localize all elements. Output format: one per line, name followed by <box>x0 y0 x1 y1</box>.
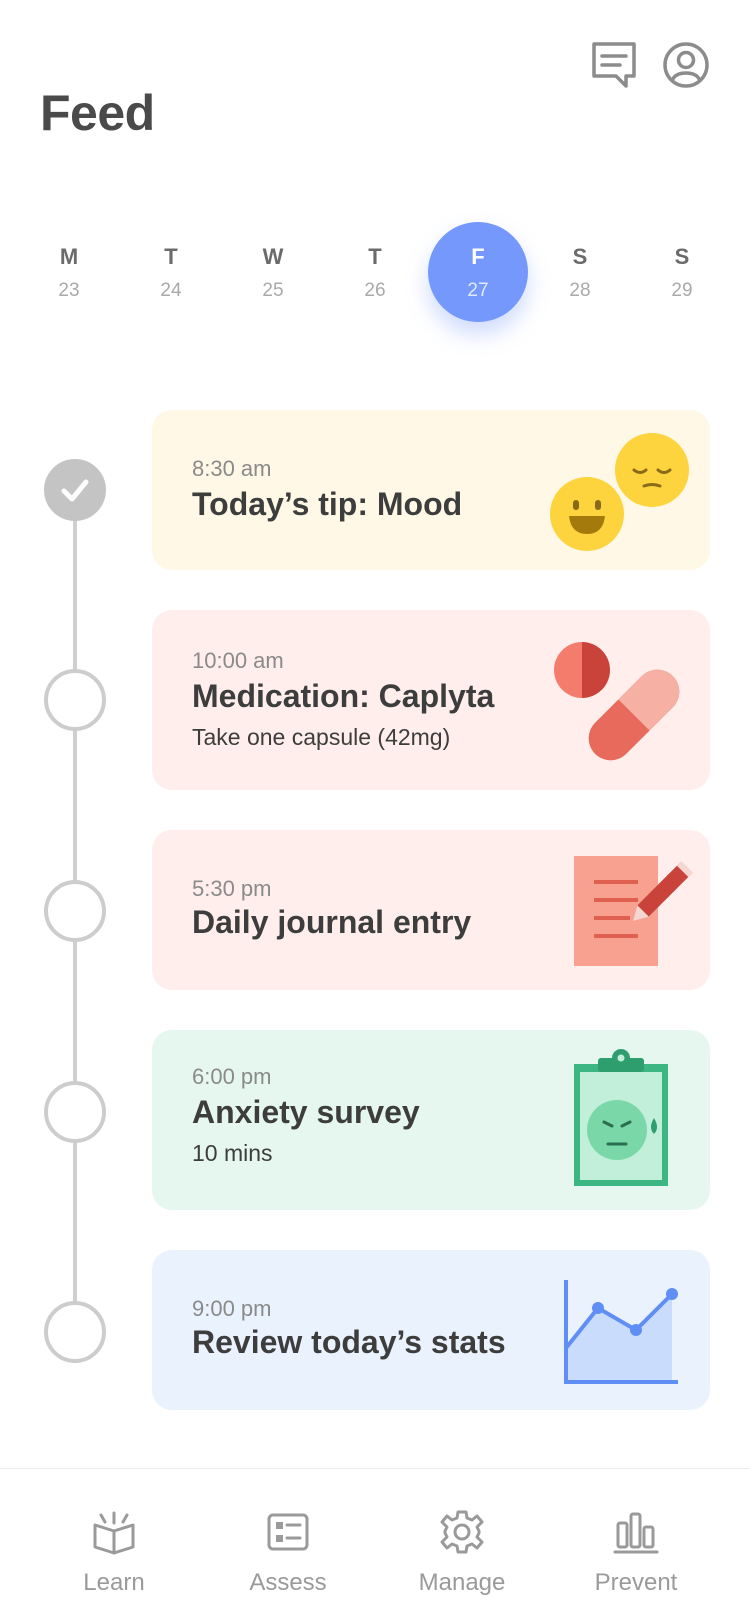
day-letter: T <box>164 244 178 269</box>
card-time: 10:00 am <box>192 648 284 673</box>
card-title: Daily journal entry <box>192 904 472 940</box>
journal-pencil-icon <box>572 854 702 970</box>
day-date: 28 <box>569 280 591 301</box>
line-chart-icon <box>562 1278 682 1388</box>
day-date: 24 <box>160 280 182 301</box>
book-icon <box>93 1511 135 1555</box>
card-time: 8:30 am <box>192 456 272 481</box>
day-friday-selected[interactable]: F 27 <box>428 222 528 322</box>
day-date: 25 <box>262 280 284 301</box>
chat-icon[interactable] <box>590 40 640 90</box>
feed-card-review-stats[interactable]: 9:00 pm Review today’s stats <box>152 1250 710 1410</box>
card-title: Medication: Caplyta <box>192 678 495 714</box>
timeline-node[interactable] <box>44 1081 106 1143</box>
pill-capsule-icon <box>552 640 692 770</box>
day-letter: T <box>368 244 382 269</box>
day-letter: F <box>471 244 485 269</box>
checkmark-icon <box>61 479 89 502</box>
feed-card-journal[interactable]: 5:30 pm Daily journal entry <box>152 830 710 990</box>
checklist-icon <box>267 1513 309 1551</box>
feed-card-medication[interactable]: 10:00 am Medication: Caplyta Take one ca… <box>152 610 710 790</box>
timeline-node-completed[interactable] <box>44 459 106 521</box>
card-title: Today’s tip: Mood <box>192 486 463 522</box>
gear-icon <box>440 1510 484 1554</box>
day-date: 26 <box>364 280 386 301</box>
card-title: Review today’s stats <box>192 1324 506 1360</box>
day-monday[interactable]: M 23 <box>19 222 119 322</box>
day-saturday[interactable]: S 28 <box>530 222 630 322</box>
day-letter: W <box>262 244 284 269</box>
day-tuesday[interactable]: T 24 <box>121 222 221 322</box>
nav-label: Prevent <box>594 1569 678 1596</box>
nav-label: Learn <box>83 1569 145 1596</box>
day-date: 29 <box>671 280 693 301</box>
day-wednesday[interactable]: W 25 <box>223 222 323 322</box>
nav-item-assess[interactable]: Assess <box>218 1509 358 1609</box>
day-letter: M <box>59 244 79 269</box>
day-thursday[interactable]: T 26 <box>325 222 425 322</box>
nav-item-manage[interactable]: Manage <box>392 1509 532 1609</box>
nav-label: Manage <box>418 1569 506 1596</box>
card-time: 9:00 pm <box>192 1296 272 1321</box>
day-date: 27 <box>467 280 489 301</box>
clipboard-survey-icon <box>570 1048 674 1192</box>
feed-card-anxiety-survey[interactable]: 6:00 pm Anxiety survey 10 mins <box>152 1030 710 1210</box>
nav-item-learn[interactable]: Learn <box>44 1509 184 1609</box>
day-date: 23 <box>58 280 80 301</box>
timeline-node[interactable] <box>44 1301 106 1363</box>
page-title: Feed <box>40 85 155 141</box>
feed-card-mood-tip[interactable]: 8:30 am Today’s tip: Mood <box>152 410 710 570</box>
nav-label: Assess <box>249 1569 327 1596</box>
timeline-node[interactable] <box>44 669 106 731</box>
header: Feed <box>0 0 750 180</box>
card-title: Anxiety survey <box>192 1094 420 1130</box>
day-letter: S <box>572 244 588 269</box>
day-letter: S <box>674 244 690 269</box>
bottom-nav: Learn Assess Manage Prevent <box>0 1468 750 1624</box>
week-day-selector: M 23 T 24 W 25 T 26 F 27 S 28 S 29 <box>0 220 750 330</box>
bar-chart-icon <box>613 1512 659 1554</box>
card-subtitle: Take one capsule (42mg) <box>192 724 451 750</box>
mood-emoji-icon <box>542 430 702 560</box>
card-time: 5:30 pm <box>192 876 272 901</box>
card-time: 6:00 pm <box>192 1064 272 1089</box>
day-sunday[interactable]: S 29 <box>632 222 732 322</box>
profile-icon[interactable] <box>661 40 711 90</box>
timeline-node[interactable] <box>44 880 106 942</box>
card-subtitle: 10 mins <box>192 1140 273 1166</box>
nav-item-prevent[interactable]: Prevent <box>566 1509 706 1609</box>
